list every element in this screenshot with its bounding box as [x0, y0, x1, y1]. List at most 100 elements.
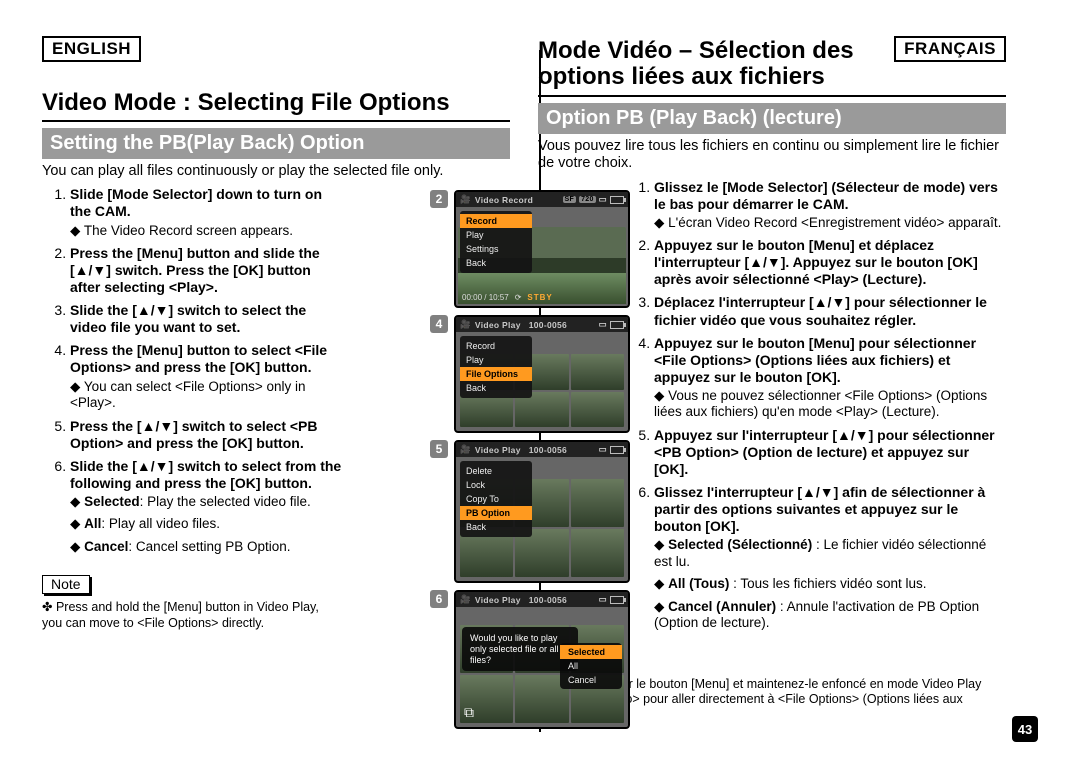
dialog-option: All — [560, 659, 622, 673]
menu-item: Settings — [460, 242, 532, 256]
step-main: Appuyez sur le bouton [Menu] et déplacez… — [654, 237, 1006, 288]
fr-intro: Vous pouvez lire tous les fichiers en co… — [538, 138, 1006, 173]
step-main: Glissez le [Mode Selector] (Sélecteur de… — [654, 179, 1006, 213]
menu-item: Back — [460, 520, 532, 534]
screenshots-column: 2 🎥 Video Record SF 720 ▭ RecordPlaySett… — [430, 190, 630, 729]
cam-icon: 🎥 — [460, 319, 471, 330]
menu-item: Record — [460, 214, 532, 228]
step-main: Déplacez l'interrupteur [▲/▼] pour sélec… — [654, 294, 1006, 328]
step-item: Glissez l'interrupteur [▲/▼] afin de sél… — [654, 484, 1006, 632]
note-label-en: Note — [42, 575, 90, 594]
step-item: Press the [Menu] button and slide the [▲… — [70, 245, 342, 296]
en-title: Video Mode : Selecting File Options — [42, 66, 510, 122]
screenshot-2: 2 🎥 Video Record SF 720 ▭ RecordPlaySett… — [430, 190, 630, 308]
step-item: Slide [Mode Selector] down to turn on th… — [70, 186, 342, 239]
step-main: Press the [▲/▼] switch to select <PB Opt… — [70, 418, 342, 452]
screen-video-record: 🎥 Video Record SF 720 ▭ RecordPlaySettin… — [454, 190, 630, 308]
step-sub: All: Play all video files. — [70, 516, 342, 532]
card-icon: ▭ — [599, 444, 607, 455]
step-item: Déplacez l'interrupteur [▲/▼] pour sélec… — [654, 294, 1006, 328]
menu-item: Delete — [460, 464, 532, 478]
step-main: Appuyez sur l'interrupteur [▲/▼] pour sé… — [654, 427, 1006, 478]
menu-item: Record — [460, 339, 532, 353]
menu-item: Back — [460, 381, 532, 395]
screen2-time: 00:00 / 10:57 — [462, 293, 509, 302]
copy-icon: ⧉ — [464, 704, 474, 721]
page-number-badge: 43 — [1012, 716, 1038, 742]
badge-sf: SF — [563, 196, 577, 203]
step-badge-4: 4 — [430, 315, 448, 333]
screen5-title: Video Play — [475, 445, 521, 455]
step-main: Press the [Menu] button to select <File … — [70, 342, 342, 376]
screen6-folder: 100-0056 — [529, 595, 567, 605]
step-badge-2: 2 — [430, 190, 448, 208]
screen2-status: STBY — [527, 293, 552, 302]
screen4-folder: 100-0056 — [529, 320, 567, 330]
card-icon: ▭ — [599, 594, 607, 605]
step-sub: Selected (Sélectionné) : Le fichier vidé… — [654, 537, 1006, 570]
en-intro: You can play all files continuously or p… — [42, 163, 510, 180]
screen-video-play-6: 🎥 Video Play 100-0056 ▭ Would you like t… — [454, 590, 630, 729]
menu-item: Lock — [460, 478, 532, 492]
lang-badge-en: ENGLISH — [42, 36, 141, 62]
step-main: Appuyez sur le bouton [Menu] pour sélect… — [654, 335, 1006, 386]
step-badge-5: 5 — [430, 440, 448, 458]
step-main: Glissez l'interrupteur [▲/▼] afin de sél… — [654, 484, 1006, 535]
step-item: Press the [▲/▼] switch to select <PB Opt… — [70, 418, 342, 452]
dialog-option: Selected — [560, 645, 622, 659]
battery-icon — [610, 596, 624, 604]
fr-section-heading: Option PB (Play Back) (lecture) — [538, 103, 1006, 134]
menu-item: PB Option — [460, 506, 532, 520]
step-sub: The Video Record screen appears. — [70, 223, 342, 239]
menu-panel-5: DeleteLockCopy ToPB OptionBack — [460, 461, 532, 537]
battery-icon — [610, 196, 624, 204]
step-sub: Vous ne pouvez sélectionner <File Option… — [654, 388, 1006, 421]
fr-steps: Glissez le [Mode Selector] (Sélecteur de… — [626, 179, 1006, 724]
step-item: Appuyez sur l'interrupteur [▲/▼] pour sé… — [654, 427, 1006, 478]
menu-item: Copy To — [460, 492, 532, 506]
menu-item: Play — [460, 353, 532, 367]
step-item: Press the [Menu] button to select <File … — [70, 342, 342, 411]
screen6-title: Video Play — [475, 595, 521, 605]
en-steps: Slide [Mode Selector] down to turn on th… — [42, 186, 342, 631]
en-title-text: Video Mode : Selecting File Options — [42, 90, 450, 116]
step-item: Slide the [▲/▼] switch to select the vid… — [70, 302, 342, 336]
step-sub: Cancel: Cancel setting PB Option. — [70, 539, 342, 555]
step-item: Appuyez sur le bouton [Menu] et déplacez… — [654, 237, 1006, 288]
step-item: Slide the [▲/▼] switch to select from th… — [70, 458, 342, 556]
step-sub: Cancel (Annuler) : Annule l'activation d… — [654, 599, 1006, 632]
menu-item: Play — [460, 228, 532, 242]
battery-icon — [610, 446, 624, 454]
screen5-folder: 100-0056 — [529, 445, 567, 455]
menu-panel-2: RecordPlaySettingsBack — [460, 211, 532, 273]
step-main: Slide the [▲/▼] switch to select from th… — [70, 458, 342, 492]
step-main: Press the [Menu] button and slide the [▲… — [70, 245, 342, 296]
step-item: Appuyez sur le bouton [Menu] pour sélect… — [654, 335, 1006, 421]
menu-panel-4: RecordPlayFile OptionsBack — [460, 336, 532, 398]
card-icon: ▭ — [599, 319, 607, 330]
menu-item: File Options — [460, 367, 532, 381]
screen-video-play-4: 🎥 Video Play 100-0056 ▭ RecordPlayFile O… — [454, 315, 630, 433]
dialog-option: Cancel — [560, 673, 622, 687]
step-main: Slide [Mode Selector] down to turn on th… — [70, 186, 342, 220]
dialog-options: SelectedAllCancel — [560, 643, 622, 689]
step-sub: L'écran Video Record <Enregistrement vid… — [654, 215, 1006, 231]
en-section-heading: Setting the PB(Play Back) Option — [42, 128, 510, 159]
step-sub: Selected: Play the selected video file. — [70, 494, 342, 510]
cam-icon: 🎥 — [460, 444, 471, 455]
cam-icon: 🎥 — [460, 594, 471, 605]
loop-icon: ⟳ — [515, 293, 522, 302]
card-icon: ▭ — [599, 194, 607, 205]
screenshot-4: 4 🎥 Video Play 100-0056 ▭ RecordPlayFile… — [430, 315, 630, 433]
screenshot-5: 5 🎥 Video Play 100-0056 ▭ DeleteLockCopy… — [430, 440, 630, 583]
badge-720: 720 — [579, 196, 596, 203]
step-sub: All (Tous) : Tous les fichiers vidéo son… — [654, 576, 1006, 592]
step-item: Glissez le [Mode Selector] (Sélecteur de… — [654, 179, 1006, 232]
lang-badge-fr: FRANÇAIS — [894, 36, 1006, 62]
menu-item: Back — [460, 256, 532, 270]
screen-video-play-5: 🎥 Video Play 100-0056 ▭ DeleteLockCopy T… — [454, 440, 630, 583]
step-sub: You can select <File Options> only in <P… — [70, 379, 342, 412]
note-text-en: Press and hold the [Menu] button in Vide… — [42, 600, 342, 631]
screen4-title: Video Play — [475, 320, 521, 330]
cam-icon: 🎥 — [460, 194, 471, 205]
